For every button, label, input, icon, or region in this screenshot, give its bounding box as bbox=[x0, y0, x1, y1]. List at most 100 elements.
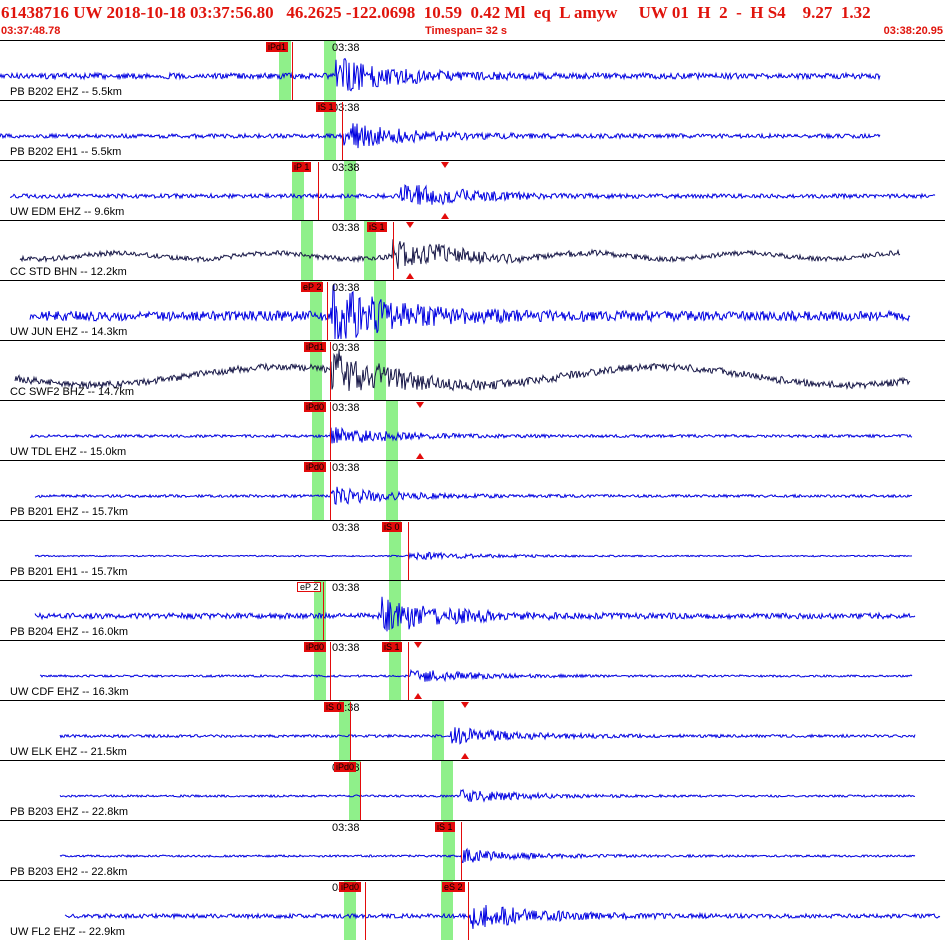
phase-pick-label[interactable]: iP 1 bbox=[292, 162, 312, 172]
phase-pick-marker[interactable] bbox=[318, 162, 319, 220]
phase-pick-marker[interactable] bbox=[330, 642, 331, 700]
arrival-down-triangle-icon bbox=[461, 702, 469, 708]
seismogram-panel[interactable]: 03:38 iS 1 CC STD BHN -- 12.2km bbox=[0, 220, 945, 280]
seismogram-panel[interactable]: 03:38 iPd1 PB B202 EHZ -- 5.5km bbox=[0, 40, 945, 100]
arrival-up-triangle-icon bbox=[416, 453, 424, 459]
waveform-trace bbox=[0, 57, 881, 92]
waveform-trace bbox=[14, 350, 911, 392]
phase-pick-marker[interactable] bbox=[461, 822, 462, 880]
phase-pick-label[interactable]: iPd0 bbox=[304, 462, 327, 472]
waveform-trace bbox=[19, 239, 901, 269]
seismogram-panel[interactable]: 03:38 iP 1 UW EDM EHZ -- 9.6km bbox=[0, 160, 945, 220]
station-channel-label: PB B202 EH1 -- 5.5km bbox=[10, 146, 122, 158]
phase-pick-label[interactable]: iPd1 bbox=[304, 342, 327, 352]
time-tick-label: 03:38 bbox=[332, 162, 360, 174]
station-channel-label: UW JUN EHZ -- 14.3km bbox=[10, 326, 128, 338]
seismogram-panel[interactable]: 03:38 eP 2 UW JUN EHZ -- 14.3km bbox=[0, 280, 945, 340]
phase-pick-label[interactable]: eP 2 bbox=[301, 282, 324, 292]
station-channel-label: UW ELK EHZ -- 21.5km bbox=[10, 746, 127, 758]
seismogram-panel[interactable]: 03:38 iPd0 UW TDL EHZ -- 15.0km bbox=[0, 400, 945, 460]
phase-pick-label[interactable]: iPd1 bbox=[266, 42, 289, 52]
station-channel-label: UW CDF EHZ -- 16.3km bbox=[10, 686, 129, 698]
phase-pick-label[interactable]: iS 1 bbox=[367, 222, 387, 232]
phase-pick-marker[interactable] bbox=[360, 762, 361, 820]
phase-pick-label[interactable]: eS 2 bbox=[442, 882, 465, 892]
time-tick-label: 03:38 bbox=[332, 462, 360, 474]
waveform-trace bbox=[59, 727, 916, 745]
time-tick-label: 03:38 bbox=[332, 642, 360, 654]
seismogram-panel[interactable]: 03:38 iS 1 PB B203 EH2 -- 22.8km bbox=[0, 820, 945, 880]
seismogram-panel[interactable]: 03:38iPd0PB B203 EHZ -- 22.8km bbox=[0, 760, 945, 820]
phase-pick-label[interactable]: iPd0 bbox=[339, 882, 362, 892]
waveform-trace bbox=[64, 904, 941, 929]
phase-pick-label[interactable]: iS 1 bbox=[382, 642, 402, 652]
seismogram-panel[interactable]: 03:38 iPd1 CC SWF2 BHZ -- 14.7km bbox=[0, 340, 945, 400]
phase-pick-label[interactable]: eP 2 bbox=[297, 582, 322, 592]
phase-pick-marker[interactable] bbox=[393, 222, 394, 280]
time-tick-label: 03:38 bbox=[332, 282, 360, 294]
waveform-svg bbox=[59, 788, 916, 803]
waveform-svg bbox=[59, 847, 916, 863]
waveform-svg bbox=[34, 596, 916, 632]
time-tick-label: 03:38 bbox=[332, 822, 360, 834]
phase-pick-marker[interactable] bbox=[330, 342, 331, 400]
seismogram-panels: 03:38 iPd1 PB B202 EHZ -- 5.5km 03:38 iS 1 PB… bbox=[0, 40, 945, 940]
seismogram-panel[interactable]: 03:38 iPd0 iS 1 UW CDF EHZ -- 16.3km bbox=[0, 640, 945, 700]
seismogram-panel[interactable]: 03:38iPd0eS 2UW FL2 EHZ -- 22.9km bbox=[0, 880, 945, 940]
phase-pick-marker[interactable] bbox=[408, 522, 409, 580]
waveform-svg bbox=[34, 486, 913, 505]
phase-pick-label[interactable]: iPd0 bbox=[304, 402, 327, 412]
waveform-svg bbox=[34, 551, 913, 561]
waveform-trace bbox=[59, 788, 916, 803]
phase-pick-marker[interactable] bbox=[330, 402, 331, 460]
seismogram-panel[interactable]: 03:38 iS 0 PB B201 EH1 -- 15.7km bbox=[0, 520, 945, 580]
phase-pick-marker[interactable] bbox=[342, 102, 343, 160]
arrival-down-triangle-icon bbox=[441, 162, 449, 168]
waveform-trace bbox=[29, 283, 911, 340]
waveform-svg bbox=[29, 426, 913, 444]
time-tick-label: 03:38 bbox=[332, 342, 360, 354]
waveform-svg bbox=[39, 668, 913, 683]
seismogram-panel[interactable]: 03:38 iS 1 PB B202 EH1 -- 5.5km bbox=[0, 100, 945, 160]
waveform-trace bbox=[29, 426, 913, 444]
station-channel-label: UW TDL EHZ -- 15.0km bbox=[10, 446, 127, 458]
waveform-trace bbox=[39, 668, 913, 683]
phase-pick-label[interactable]: iS 0 bbox=[382, 522, 402, 532]
window-start-time: 03:37:48.78 bbox=[1, 25, 61, 37]
arrival-down-triangle-icon bbox=[406, 222, 414, 228]
station-channel-label: PB B204 EHZ -- 16.0km bbox=[10, 626, 128, 638]
phase-pick-label[interactable]: iS 0 bbox=[324, 702, 344, 712]
waveform-trace bbox=[34, 551, 913, 561]
waveform-svg bbox=[59, 727, 916, 745]
phase-pick-marker[interactable] bbox=[327, 282, 328, 340]
seismogram-panel[interactable]: 03:38 eP 2 PB B204 EHZ -- 16.0km bbox=[0, 580, 945, 640]
waveform-svg bbox=[0, 123, 881, 149]
waveform-trace bbox=[59, 847, 916, 863]
waveform-svg bbox=[19, 239, 901, 269]
arrival-up-triangle-icon bbox=[441, 213, 449, 219]
phase-pick-marker[interactable] bbox=[408, 642, 409, 700]
seismogram-panel[interactable]: 03:38 iS 0 UW ELK EHZ -- 21.5km bbox=[0, 700, 945, 760]
phase-pick-marker[interactable] bbox=[350, 702, 351, 760]
phase-pick-label[interactable]: iPd0 bbox=[334, 762, 357, 772]
phase-pick-label[interactable]: iPd0 bbox=[304, 642, 327, 652]
station-channel-label: PB B201 EH1 -- 15.7km bbox=[10, 566, 128, 578]
phase-pick-marker[interactable] bbox=[292, 42, 293, 100]
phase-pick-label[interactable]: iS 1 bbox=[316, 102, 336, 112]
station-channel-label: PB B202 EHZ -- 5.5km bbox=[10, 86, 122, 98]
waveform-svg bbox=[29, 283, 911, 340]
phase-pick-marker[interactable] bbox=[365, 882, 366, 940]
waveform-trace bbox=[34, 596, 916, 632]
waveform-trace bbox=[34, 486, 913, 505]
waveform-svg bbox=[64, 904, 941, 929]
station-channel-label: CC SWF2 BHZ -- 14.7km bbox=[10, 386, 135, 398]
station-channel-label: PB B201 EHZ -- 15.7km bbox=[10, 506, 128, 518]
arrival-up-triangle-icon bbox=[414, 693, 422, 699]
phase-pick-marker[interactable] bbox=[468, 882, 469, 940]
waveform-trace bbox=[9, 184, 936, 206]
waveform-svg bbox=[9, 184, 936, 206]
phase-pick-marker[interactable] bbox=[330, 462, 331, 520]
seismogram-panel[interactable]: 03:38 iPd0 PB B201 EHZ -- 15.7km bbox=[0, 460, 945, 520]
phase-pick-label[interactable]: iS 1 bbox=[435, 822, 455, 832]
phase-pick-marker[interactable] bbox=[323, 582, 324, 640]
